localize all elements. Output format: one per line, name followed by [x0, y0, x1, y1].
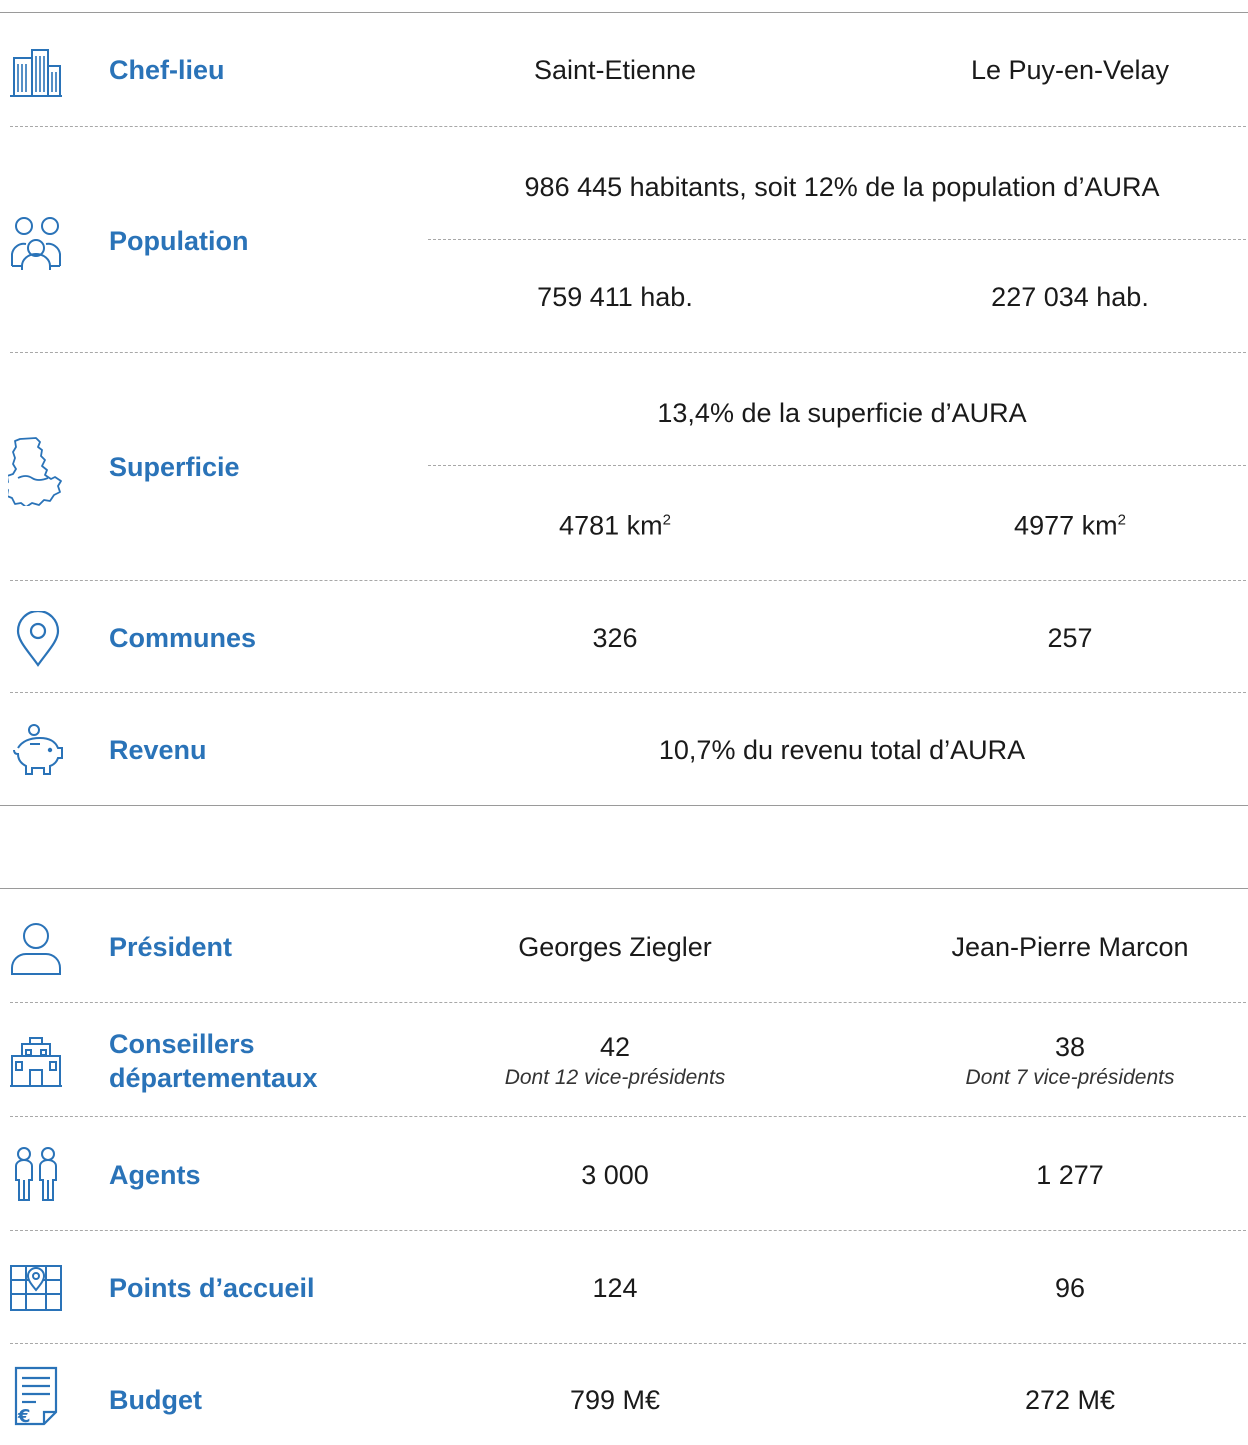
- chef-lieu-label: Chef-lieu: [109, 55, 225, 85]
- population-label: Population: [109, 226, 249, 256]
- conseillers-loire-note: Dont 12 vice-présidents: [504, 1066, 726, 1089]
- chef-lieu-loire: Saint-Etienne: [533, 55, 697, 85]
- agents-loire: 3 000: [581, 1160, 649, 1190]
- conseillers-label-line2: départementaux: [109, 1063, 318, 1093]
- superficie-haute-loire-value: 4977 km: [1014, 510, 1118, 541]
- row-divider: [10, 692, 1246, 693]
- piggy-bank-icon: [8, 722, 64, 778]
- row-divider: [10, 580, 1246, 581]
- unit-superscript: 2: [662, 511, 671, 529]
- superficie-total: 13,4% de la superficie d’AURA: [657, 398, 1027, 428]
- row-subdivider: [428, 239, 1246, 240]
- row-divider: [10, 1002, 1246, 1003]
- superficie-label: Superficie: [109, 452, 240, 482]
- population-total: 986 445 habitants, soit 12% de la popula…: [524, 172, 1160, 202]
- superficie-loire: 4781 km2: [559, 504, 671, 543]
- euro-document-icon: €: [12, 1366, 60, 1426]
- building-icon: [8, 44, 64, 100]
- map-outline-icon: [8, 436, 64, 506]
- points-accueil-loire: 124: [592, 1273, 638, 1303]
- conseillers-label: Conseillers départementaux: [109, 1027, 318, 1095]
- superficie-haute-loire: 4977 km2: [1014, 504, 1126, 543]
- points-accueil-haute-loire: 96: [1054, 1273, 1086, 1303]
- table1-top-rule: [0, 12, 1248, 13]
- budget-label: Budget: [109, 1385, 202, 1415]
- president-label: Président: [109, 932, 233, 962]
- conseillers-loire-count: 42: [599, 1032, 631, 1062]
- government-building-icon: [8, 1034, 64, 1090]
- row-divider: [10, 126, 1246, 127]
- conseillers-haute-loire: 38 Dont 7 vice-présidents: [966, 1030, 1175, 1092]
- chef-lieu-haute-loire: Le Puy-en-Velay: [970, 55, 1170, 85]
- people-icon: [8, 214, 64, 270]
- revenu-total: 10,7% du revenu total d’AURA: [658, 735, 1026, 765]
- person-icon: [8, 920, 64, 976]
- communes-loire: 326: [592, 623, 638, 653]
- row-subdivider: [428, 465, 1246, 466]
- conseillers-label-line1: Conseillers: [109, 1029, 255, 1059]
- population-haute-loire: 227 034 hab.: [991, 282, 1149, 312]
- communes-haute-loire: 257: [1047, 623, 1093, 653]
- unit-superscript: 2: [1117, 511, 1126, 529]
- revenu-label: Revenu: [109, 735, 207, 765]
- row-divider: [10, 1230, 1246, 1231]
- population-loire: 759 411 hab.: [537, 282, 693, 312]
- superficie-loire-value: 4781 km: [559, 510, 663, 541]
- budget-haute-loire: 272 M€: [1024, 1385, 1116, 1415]
- row-divider: [10, 1343, 1246, 1344]
- svg-text:€: €: [17, 1406, 31, 1426]
- agents-haute-loire: 1 277: [1036, 1160, 1104, 1190]
- conseillers-haute-loire-count: 38: [1054, 1032, 1086, 1062]
- location-pin-icon: [10, 611, 66, 667]
- president-haute-loire: Jean-Pierre Marcon: [951, 932, 1189, 962]
- table2-top-rule: [0, 888, 1248, 889]
- conseillers-haute-loire-note: Dont 7 vice-présidents: [965, 1066, 1175, 1089]
- row-divider: [10, 352, 1246, 353]
- map-pin-icon: [8, 1260, 64, 1316]
- agents-label: Agents: [109, 1160, 201, 1190]
- communes-label: Communes: [109, 623, 257, 653]
- conseillers-loire: 42 Dont 12 vice-présidents: [505, 1030, 726, 1092]
- row-divider: [10, 1116, 1246, 1117]
- points-accueil-label: Points d’accueil: [109, 1273, 315, 1303]
- table1-bottom-rule: [0, 805, 1248, 806]
- two-people-icon: [8, 1146, 64, 1202]
- budget-loire: 799 M€: [569, 1385, 661, 1415]
- president-loire: Georges Ziegler: [518, 932, 712, 962]
